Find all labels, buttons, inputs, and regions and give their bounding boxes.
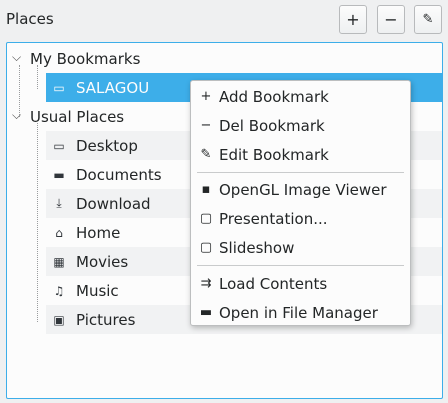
menu-item-label: Open in File Manager <box>219 303 378 322</box>
tree-item-label: Movies <box>76 252 129 271</box>
minus-icon: − <box>200 118 212 133</box>
image-icon: ▣ <box>53 312 65 327</box>
pencil-icon: ✎ <box>422 12 434 27</box>
remove-bookmark-button[interactable]: − <box>377 5 405 34</box>
menu-item-del-bookmark[interactable]: − Del Bookmark <box>191 111 410 140</box>
menu-item-open-in-file-manager[interactable]: ▬ Open in File Manager <box>191 298 410 327</box>
edit-bookmark-button[interactable]: ✎ <box>414 5 442 34</box>
menu-item-presentation[interactable]: ▢ Presentation... <box>191 204 410 233</box>
menu-item-label: Edit Bookmark <box>219 145 329 164</box>
menu-separator <box>197 172 404 173</box>
menu-item-label: OpenGL Image Viewer <box>219 180 387 199</box>
places-header: Places + − ✎ <box>0 0 448 40</box>
folder-icon: ▬ <box>53 167 65 182</box>
chip-icon: ▪ <box>201 182 211 197</box>
presentation-icon: ▢ <box>199 211 213 226</box>
desktop-icon: ▭ <box>53 138 65 153</box>
tree-group-my-bookmarks[interactable]: ⌵ My Bookmarks <box>7 44 442 73</box>
film-icon: ▦ <box>53 254 65 269</box>
folder-icon: ▭ <box>53 80 65 95</box>
menu-item-label: Add Bookmark <box>219 87 329 106</box>
menu-item-label: Presentation... <box>219 209 328 228</box>
tree-branch-line <box>37 123 38 322</box>
home-icon: ⌂ <box>55 225 63 240</box>
download-icon: ⤓ <box>56 196 62 210</box>
load-icon: ⇉ <box>200 276 212 291</box>
pencil-icon: ✎ <box>200 147 212 162</box>
menu-item-label: Load Contents <box>219 274 328 293</box>
menu-item-add-bookmark[interactable]: + Add Bookmark <box>191 82 410 111</box>
menu-item-load-contents[interactable]: ⇉ Load Contents <box>191 269 410 298</box>
tree-item-label: Home <box>76 223 121 242</box>
menu-item-label: Del Bookmark <box>219 116 325 135</box>
add-bookmark-button[interactable]: + <box>339 5 367 34</box>
menu-item-opengl-image-viewer[interactable]: ▪ OpenGL Image Viewer <box>191 175 410 204</box>
tree-item-label: Desktop <box>76 136 138 155</box>
tree-item-label: Music <box>76 281 119 300</box>
tree-group-label: Usual Places <box>30 107 125 126</box>
plus-icon: + <box>200 89 212 104</box>
context-menu: + Add Bookmark − Del Bookmark ✎ Edit Boo… <box>190 80 411 326</box>
tree-item-label: Pictures <box>76 310 136 329</box>
panel-title: Places <box>6 10 54 28</box>
menu-item-edit-bookmark[interactable]: ✎ Edit Bookmark <box>191 140 410 169</box>
tree-item-label: Download <box>76 194 151 213</box>
tree-item-label: Documents <box>76 165 162 184</box>
menu-item-label: Slideshow <box>219 238 295 257</box>
plus-icon: + <box>346 10 360 29</box>
chevron-down-icon[interactable]: ⌵ <box>12 108 21 123</box>
menu-item-slideshow[interactable]: ▢ Slideshow <box>191 233 410 262</box>
tree-item-label: SALAGOU <box>76 78 150 97</box>
menu-separator <box>197 265 404 266</box>
slideshow-icon: ▢ <box>199 240 213 255</box>
chevron-down-icon[interactable]: ⌵ <box>12 50 21 65</box>
folder-open-icon: ▬ <box>199 305 213 320</box>
minus-icon: − <box>384 10 398 29</box>
music-icon: ♫ <box>53 283 65 298</box>
tree-group-label: My Bookmarks <box>30 49 141 68</box>
